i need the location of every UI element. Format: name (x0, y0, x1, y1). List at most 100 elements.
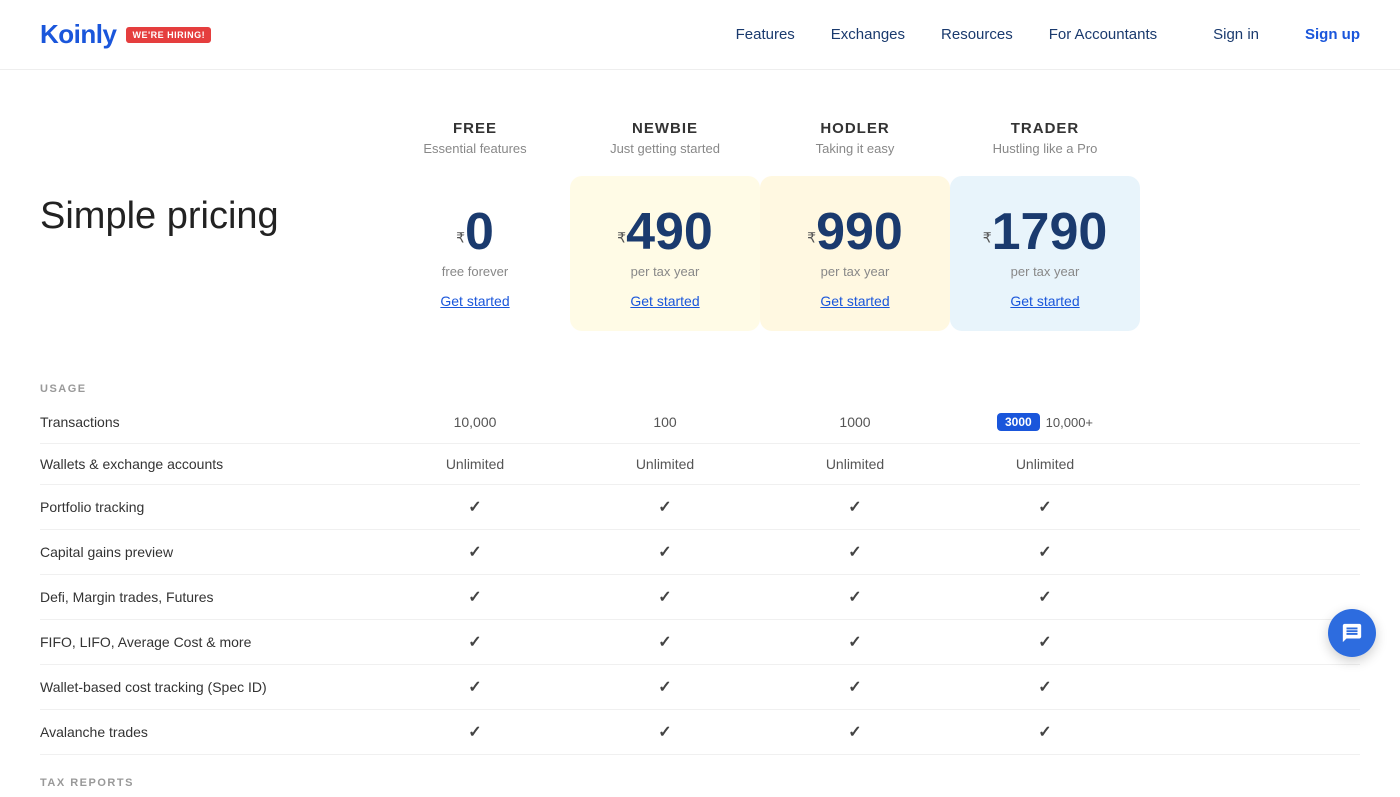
nav-signin[interactable]: Sign in (1213, 26, 1259, 43)
plan-name-free: FREE (400, 120, 550, 137)
feature-value-fifo-hodler: ✓ (760, 620, 950, 664)
price-label-free: free forever (400, 264, 550, 279)
section-label-usage-text: USAGE (40, 373, 87, 403)
plan-subtitle-trader: Hustling like a Pro (970, 141, 1120, 156)
cta-trader[interactable]: Get started (1010, 293, 1079, 309)
check-portfolio-hodler: ✓ (848, 499, 861, 516)
plan-name-trader: TRADER (970, 120, 1120, 137)
feature-value-fifo-trader: ✓ (950, 620, 1140, 664)
check-capital-free: ✓ (468, 544, 481, 561)
section-tax: TAX REPORTS (40, 755, 1360, 795)
feature-value-capital-trader: ✓ (950, 530, 1140, 574)
feature-name-avalanche: Avalanche trades (40, 712, 380, 752)
feature-row-capital: Capital gains preview ✓ ✓ ✓ ✓ (40, 530, 1360, 575)
nav-features[interactable]: Features (736, 26, 795, 43)
feature-value-capital-free: ✓ (380, 530, 570, 574)
pricing-title-cell: Simple pricing (40, 176, 380, 258)
tx-extra: 10,000+ (1046, 415, 1093, 430)
feature-value-capital-hodler: ✓ (760, 530, 950, 574)
plan-card-newbie: ₹490 per tax year Get started (570, 176, 760, 331)
feature-value-portfolio-newbie: ✓ (570, 485, 760, 529)
feature-value-avalanche-hodler: ✓ (760, 710, 950, 754)
feature-name-defi: Defi, Margin trades, Futures (40, 577, 380, 617)
check-defi-hodler: ✓ (848, 589, 861, 606)
feature-value-transactions-newbie: 100 (570, 402, 760, 442)
plan-card-trader: ₹1790 per tax year Get started (950, 176, 1140, 331)
feature-value-wallets-free: Unlimited (380, 444, 570, 484)
check-avalanche-free: ✓ (468, 724, 481, 741)
feature-value-wallets-newbie: Unlimited (570, 444, 760, 484)
main-content: FREE Essential features NEWBIE Just gett… (0, 70, 1400, 795)
header-empty-cell (40, 110, 380, 176)
feature-value-transactions-free: 10,000 (380, 402, 570, 442)
tx-badge-group: 3000 10,000+ (950, 413, 1140, 431)
plan-header-row: FREE Essential features NEWBIE Just gett… (40, 110, 1360, 176)
feature-value-wallets-hodler: Unlimited (760, 444, 950, 484)
check-wallet-cost-free: ✓ (468, 679, 481, 696)
check-avalanche-hodler: ✓ (848, 724, 861, 741)
feature-value-wallet-cost-newbie: ✓ (570, 665, 760, 709)
feature-value-avalanche-trader: ✓ (950, 710, 1140, 754)
section-usage: USAGE (40, 361, 1360, 401)
plan-card-free: ₹0 free forever Get started (380, 176, 570, 331)
tx-badge: 3000 (997, 413, 1040, 431)
section-label-tax-text: TAX REPORTS (40, 767, 134, 797)
feature-value-defi-free: ✓ (380, 575, 570, 619)
feature-value-wallet-cost-free: ✓ (380, 665, 570, 709)
feature-row-defi: Defi, Margin trades, Futures ✓ ✓ ✓ ✓ (40, 575, 1360, 620)
feature-value-defi-newbie: ✓ (570, 575, 760, 619)
price-amount-newbie: 490 (626, 203, 713, 261)
check-capital-hodler: ✓ (848, 544, 861, 561)
feature-row-avalanche: Avalanche trades ✓ ✓ ✓ ✓ (40, 710, 1360, 755)
check-defi-trader: ✓ (1038, 589, 1051, 606)
feature-row-wallets: Wallets & exchange accounts Unlimited Un… (40, 444, 1360, 485)
price-trader: ₹1790 (970, 206, 1120, 258)
pricing-section: Simple pricing ₹0 free forever Get start… (40, 176, 1360, 331)
hiring-badge: WE'RE HIRING! (126, 27, 211, 43)
price-amount-hodler: 990 (816, 203, 903, 261)
plan-header-trader: TRADER Hustling like a Pro (950, 110, 1140, 176)
cta-hodler[interactable]: Get started (820, 293, 889, 309)
check-defi-newbie: ✓ (658, 589, 671, 606)
plan-card-hodler: ₹990 per tax year Get started (760, 176, 950, 331)
check-portfolio-trader: ✓ (1038, 499, 1051, 516)
feature-row-wallet-cost: Wallet-based cost tracking (Spec ID) ✓ ✓… (40, 665, 1360, 710)
nav-exchanges[interactable]: Exchanges (831, 26, 905, 43)
check-wallet-cost-hodler: ✓ (848, 679, 861, 696)
check-fifo-trader: ✓ (1038, 634, 1051, 651)
nav-signup[interactable]: Sign up (1305, 26, 1360, 43)
feature-value-wallet-cost-trader: ✓ (950, 665, 1140, 709)
price-newbie: ₹490 (590, 206, 740, 258)
feature-name-transactions: Transactions (40, 402, 380, 442)
cta-free[interactable]: Get started (440, 293, 509, 309)
cta-newbie[interactable]: Get started (630, 293, 699, 309)
currency-free: ₹ (456, 230, 465, 246)
feature-value-wallets-trader: Unlimited (950, 444, 1140, 484)
section-label-tax: TAX REPORTS (40, 755, 380, 795)
plan-name-newbie: NEWBIE (590, 120, 740, 137)
plan-name-hodler: HODLER (780, 120, 930, 137)
currency-trader: ₹ (983, 230, 992, 246)
feature-value-transactions-hodler: 1000 (760, 402, 950, 442)
check-fifo-hodler: ✓ (848, 634, 861, 651)
nav-resources[interactable]: Resources (941, 26, 1013, 43)
plan-subtitle-free: Essential features (400, 141, 550, 156)
feature-name-wallet-cost: Wallet-based cost tracking (Spec ID) (40, 667, 380, 707)
check-wallet-cost-trader: ✓ (1038, 679, 1051, 696)
feature-value-fifo-free: ✓ (380, 620, 570, 664)
currency-newbie: ₹ (617, 230, 626, 246)
chat-bubble[interactable] (1328, 609, 1376, 657)
check-fifo-newbie: ✓ (658, 634, 671, 651)
chat-icon (1341, 622, 1363, 644)
price-amount-trader: 1790 (992, 203, 1108, 261)
feature-value-fifo-newbie: ✓ (570, 620, 760, 664)
check-portfolio-free: ✓ (468, 499, 481, 516)
feature-value-capital-newbie: ✓ (570, 530, 760, 574)
plan-header-free: FREE Essential features (380, 110, 570, 176)
nav-for-accountants[interactable]: For Accountants (1049, 26, 1157, 43)
price-free: ₹0 (400, 206, 550, 258)
plan-subtitle-newbie: Just getting started (590, 141, 740, 156)
feature-value-defi-hodler: ✓ (760, 575, 950, 619)
check-capital-newbie: ✓ (658, 544, 671, 561)
price-label-newbie: per tax year (590, 264, 740, 279)
